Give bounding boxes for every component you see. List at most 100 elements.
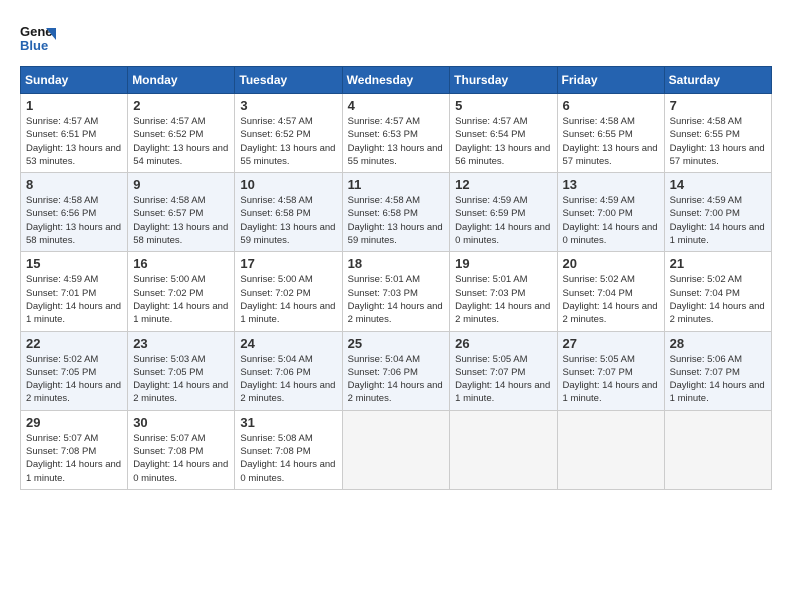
calendar-day-cell: 15 Sunrise: 4:59 AM Sunset: 7:01 PM Dayli…	[21, 252, 128, 331]
weekday-header-wednesday: Wednesday	[342, 67, 450, 94]
page-header: General Blue	[20, 20, 772, 56]
day-number: 4	[348, 98, 445, 113]
day-info: Sunrise: 4:59 AM Sunset: 6:59 PM Dayligh…	[455, 194, 551, 247]
day-number: 17	[240, 256, 336, 271]
calendar-day-cell: 18Sunrise: 5:01 AM Sunset: 7:03 PM Dayli…	[342, 252, 450, 331]
day-number: 7	[670, 98, 766, 113]
day-info: Sunrise: 5:00 AM Sunset: 7:02 PM Dayligh…	[240, 273, 336, 326]
day-number: 20	[563, 256, 659, 271]
day-number: 22	[26, 336, 122, 351]
day-number: 13	[563, 177, 659, 192]
calendar-day-cell: 10 Sunrise: 4:58 AM Sunset: 6:58 PM Dayli…	[235, 173, 342, 252]
day-info: Sunrise: 4:58 AM Sunset: 6:58 PM Dayligh…	[240, 194, 336, 247]
day-info: Sunrise: 5:01 AM Sunset: 7:03 PM Dayligh…	[455, 273, 551, 326]
calendar-day-cell	[664, 410, 771, 489]
day-number: 25	[348, 336, 445, 351]
calendar-day-cell: 30 Sunrise: 5:07 AM Sunset: 7:08 PM Dayli…	[128, 410, 235, 489]
day-info: Sunrise: 5:07 AM Sunset: 7:08 PM Dayligh…	[133, 432, 229, 485]
day-info: Sunrise: 5:04 AM Sunset: 7:06 PM Dayligh…	[240, 353, 336, 406]
calendar-day-cell: 6 Sunrise: 4:58 AM Sunset: 6:55 PM Daylig…	[557, 94, 664, 173]
day-number: 30	[133, 415, 229, 430]
weekday-header-friday: Friday	[557, 67, 664, 94]
calendar-week-row: 15 Sunrise: 4:59 AM Sunset: 7:01 PM Dayli…	[21, 252, 772, 331]
day-number: 11	[348, 177, 445, 192]
calendar-day-cell	[342, 410, 450, 489]
calendar-day-cell: 19 Sunrise: 5:01 AM Sunset: 7:03 PM Dayli…	[450, 252, 557, 331]
day-number: 29	[26, 415, 122, 430]
day-number: 9	[133, 177, 229, 192]
day-info: Sunrise: 5:07 AM Sunset: 7:08 PM Dayligh…	[26, 432, 122, 485]
day-info: Sunrise: 4:57 AM Sunset: 6:51 PM Dayligh…	[26, 115, 122, 168]
day-info: Sunrise: 5:03 AM Sunset: 7:05 PM Dayligh…	[133, 353, 229, 406]
logo: General Blue	[20, 20, 56, 56]
calendar-day-cell: 28Sunrise: 5:06 AM Sunset: 7:07 PM Dayli…	[664, 331, 771, 410]
calendar-day-cell: 16 Sunrise: 5:00 AM Sunset: 7:02 PM Dayli…	[128, 252, 235, 331]
day-number: 21	[670, 256, 766, 271]
day-number: 26	[455, 336, 551, 351]
calendar-table: SundayMondayTuesdayWednesdayThursdayFrid…	[20, 66, 772, 490]
day-info: Sunrise: 4:58 AM Sunset: 6:55 PM Dayligh…	[563, 115, 659, 168]
day-info: Sunrise: 5:04 AM Sunset: 7:06 PM Dayligh…	[348, 353, 445, 406]
calendar-day-cell: 17 Sunrise: 5:00 AM Sunset: 7:02 PM Dayli…	[235, 252, 342, 331]
day-info: Sunrise: 4:59 AM Sunset: 7:01 PM Dayligh…	[26, 273, 122, 326]
weekday-header-thursday: Thursday	[450, 67, 557, 94]
day-number: 6	[563, 98, 659, 113]
day-number: 1	[26, 98, 122, 113]
day-info: Sunrise: 5:05 AM Sunset: 7:07 PM Dayligh…	[563, 353, 659, 406]
day-number: 15	[26, 256, 122, 271]
day-number: 8	[26, 177, 122, 192]
day-info: Sunrise: 4:57 AM Sunset: 6:54 PM Dayligh…	[455, 115, 551, 168]
calendar-day-cell: 20Sunrise: 5:02 AM Sunset: 7:04 PM Dayli…	[557, 252, 664, 331]
day-number: 18	[348, 256, 445, 271]
calendar-day-cell: 14 Sunrise: 4:59 AM Sunset: 7:00 PM Dayli…	[664, 173, 771, 252]
weekday-header-saturday: Saturday	[664, 67, 771, 94]
calendar-day-cell: 29 Sunrise: 5:07 AM Sunset: 7:08 PM Dayli…	[21, 410, 128, 489]
day-number: 28	[670, 336, 766, 351]
calendar-day-cell	[557, 410, 664, 489]
day-number: 2	[133, 98, 229, 113]
calendar-day-cell: 4 Sunrise: 4:57 AM Sunset: 6:53 PM Daylig…	[342, 94, 450, 173]
calendar-day-cell: 9 Sunrise: 4:58 AM Sunset: 6:57 PM Daylig…	[128, 173, 235, 252]
day-info: Sunrise: 5:05 AM Sunset: 7:07 PM Dayligh…	[455, 353, 551, 406]
day-info: Sunrise: 4:59 AM Sunset: 7:00 PM Dayligh…	[670, 194, 766, 247]
calendar-week-row: 22Sunrise: 5:02 AM Sunset: 7:05 PM Dayli…	[21, 331, 772, 410]
day-number: 24	[240, 336, 336, 351]
calendar-day-cell: 31Sunrise: 5:08 AM Sunset: 7:08 PM Dayli…	[235, 410, 342, 489]
calendar-day-cell: 5Sunrise: 4:57 AM Sunset: 6:54 PM Daylig…	[450, 94, 557, 173]
calendar-day-cell: 2 Sunrise: 4:57 AM Sunset: 6:52 PM Daylig…	[128, 94, 235, 173]
calendar-day-cell: 7Sunrise: 4:58 AM Sunset: 6:55 PM Daylig…	[664, 94, 771, 173]
day-number: 14	[670, 177, 766, 192]
calendar-day-cell: 24 Sunrise: 5:04 AM Sunset: 7:06 PM Dayli…	[235, 331, 342, 410]
logo-icon: General Blue	[20, 20, 56, 56]
day-number: 16	[133, 256, 229, 271]
calendar-day-cell: 11 Sunrise: 4:58 AM Sunset: 6:58 PM Dayli…	[342, 173, 450, 252]
calendar-day-cell: 8 Sunrise: 4:58 AM Sunset: 6:56 PM Daylig…	[21, 173, 128, 252]
day-info: Sunrise: 4:57 AM Sunset: 6:52 PM Dayligh…	[133, 115, 229, 168]
calendar-day-cell: 21 Sunrise: 5:02 AM Sunset: 7:04 PM Dayli…	[664, 252, 771, 331]
weekday-header-sunday: Sunday	[21, 67, 128, 94]
day-info: Sunrise: 4:58 AM Sunset: 6:56 PM Dayligh…	[26, 194, 122, 247]
calendar-week-row: 1 Sunrise: 4:57 AM Sunset: 6:51 PM Daylig…	[21, 94, 772, 173]
day-info: Sunrise: 4:58 AM Sunset: 6:57 PM Dayligh…	[133, 194, 229, 247]
day-info: Sunrise: 5:02 AM Sunset: 7:04 PM Dayligh…	[670, 273, 766, 326]
calendar-day-cell: 25 Sunrise: 5:04 AM Sunset: 7:06 PM Dayli…	[342, 331, 450, 410]
day-info: Sunrise: 4:57 AM Sunset: 6:52 PM Dayligh…	[240, 115, 336, 168]
day-number: 3	[240, 98, 336, 113]
weekday-header-row: SundayMondayTuesdayWednesdayThursdayFrid…	[21, 67, 772, 94]
day-number: 23	[133, 336, 229, 351]
day-info: Sunrise: 4:58 AM Sunset: 6:58 PM Dayligh…	[348, 194, 445, 247]
calendar-day-cell: 1 Sunrise: 4:57 AM Sunset: 6:51 PM Daylig…	[21, 94, 128, 173]
day-number: 19	[455, 256, 551, 271]
calendar-day-cell: 3 Sunrise: 4:57 AM Sunset: 6:52 PM Daylig…	[235, 94, 342, 173]
day-info: Sunrise: 4:57 AM Sunset: 6:53 PM Dayligh…	[348, 115, 445, 168]
day-number: 10	[240, 177, 336, 192]
calendar-day-cell: 26 Sunrise: 5:05 AM Sunset: 7:07 PM Dayli…	[450, 331, 557, 410]
day-info: Sunrise: 5:00 AM Sunset: 7:02 PM Dayligh…	[133, 273, 229, 326]
calendar-day-cell: 22Sunrise: 5:02 AM Sunset: 7:05 PM Dayli…	[21, 331, 128, 410]
day-info: Sunrise: 4:59 AM Sunset: 7:00 PM Dayligh…	[563, 194, 659, 247]
calendar-day-cell	[450, 410, 557, 489]
calendar-week-row: 29 Sunrise: 5:07 AM Sunset: 7:08 PM Dayli…	[21, 410, 772, 489]
day-number: 31	[240, 415, 336, 430]
weekday-header-tuesday: Tuesday	[235, 67, 342, 94]
calendar-day-cell: 12Sunrise: 4:59 AM Sunset: 6:59 PM Dayli…	[450, 173, 557, 252]
